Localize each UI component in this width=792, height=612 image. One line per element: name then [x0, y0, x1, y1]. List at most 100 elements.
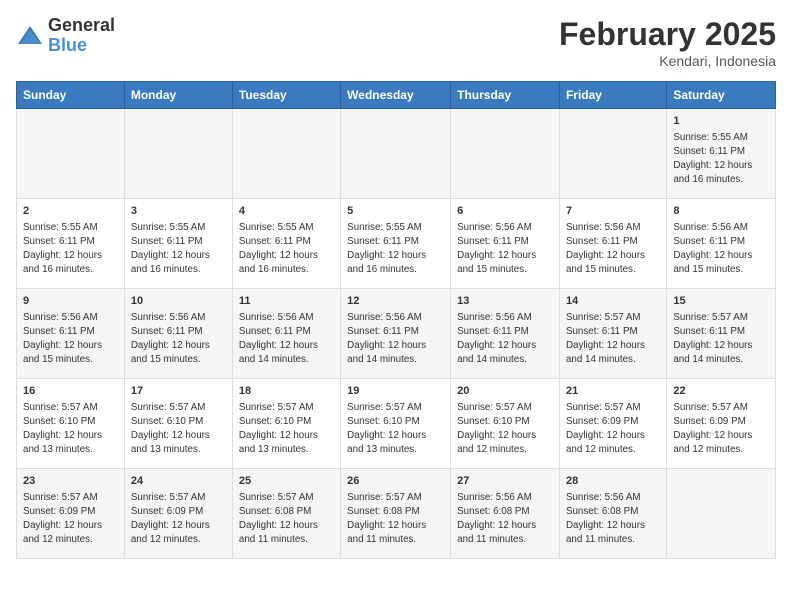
day-info: Sunrise: 5:56 AM Sunset: 6:11 PM Dayligh… — [131, 311, 226, 366]
day-number: 5 — [347, 204, 444, 219]
day-info: Sunrise: 5:57 AM Sunset: 6:10 PM Dayligh… — [23, 401, 118, 456]
day-number: 7 — [566, 204, 660, 219]
table-row: 16 Sunrise: 5:57 AM Sunset: 6:10 PM Dayli… — [17, 379, 125, 469]
day-info: Sunrise: 5:57 AM Sunset: 6:10 PM Dayligh… — [347, 401, 444, 456]
table-row: 21 Sunrise: 5:57 AM Sunset: 6:09 PM Dayli… — [559, 379, 666, 469]
day-number: 11 — [239, 294, 334, 309]
table-row: 26 Sunrise: 5:57 AM Sunset: 6:08 PM Dayli… — [341, 469, 451, 559]
day-info: Sunrise: 5:56 AM Sunset: 6:11 PM Dayligh… — [566, 221, 660, 276]
day-number: 3 — [131, 204, 226, 219]
day-info: Sunrise: 5:57 AM Sunset: 6:11 PM Dayligh… — [566, 311, 660, 366]
day-info: Sunrise: 5:57 AM Sunset: 6:10 PM Dayligh… — [457, 401, 553, 456]
calendar-week-row: 16 Sunrise: 5:57 AM Sunset: 6:10 PM Dayli… — [17, 379, 776, 469]
calendar-header-row: Sunday Monday Tuesday Wednesday Thursday… — [17, 82, 776, 109]
table-row — [451, 109, 560, 199]
table-row: 24 Sunrise: 5:57 AM Sunset: 6:09 PM Dayli… — [124, 469, 232, 559]
table-row: 14Sunrise: 5:57 AM Sunset: 6:11 PM Dayli… — [559, 289, 666, 379]
calendar-week-row: 9 Sunrise: 5:56 AM Sunset: 6:11 PM Daylig… — [17, 289, 776, 379]
day-number: 16 — [23, 384, 118, 399]
col-saturday: Saturday — [667, 82, 776, 109]
day-info: Sunrise: 5:56 AM Sunset: 6:11 PM Dayligh… — [239, 311, 334, 366]
calendar-week-row: 2 Sunrise: 5:55 AM Sunset: 6:11 PM Daylig… — [17, 199, 776, 289]
logo-blue-text: Blue — [48, 36, 115, 56]
location-subtitle: Kendari, Indonesia — [559, 53, 776, 69]
day-info: Sunrise: 5:56 AM Sunset: 6:11 PM Dayligh… — [347, 311, 444, 366]
day-number: 13 — [457, 294, 553, 309]
table-row: 8 Sunrise: 5:56 AM Sunset: 6:11 PM Daylig… — [667, 199, 776, 289]
table-row: 19 Sunrise: 5:57 AM Sunset: 6:10 PM Dayli… — [341, 379, 451, 469]
day-info: Sunrise: 5:57 AM Sunset: 6:09 PM Dayligh… — [673, 401, 769, 456]
day-number: 25 — [239, 474, 334, 489]
day-info: Sunrise: 5:55 AM Sunset: 6:11 PM Dayligh… — [673, 131, 769, 186]
table-row: 18 Sunrise: 5:57 AM Sunset: 6:10 PM Dayli… — [232, 379, 340, 469]
day-info: Sunrise: 5:56 AM Sunset: 6:08 PM Dayligh… — [457, 491, 553, 546]
table-row: 23 Sunrise: 5:57 AM Sunset: 6:09 PM Dayli… — [17, 469, 125, 559]
day-info: Sunrise: 5:56 AM Sunset: 6:11 PM Dayligh… — [457, 311, 553, 366]
table-row: 20 Sunrise: 5:57 AM Sunset: 6:10 PM Dayli… — [451, 379, 560, 469]
col-sunday: Sunday — [17, 82, 125, 109]
day-number: 2 — [23, 204, 118, 219]
day-number: 26 — [347, 474, 444, 489]
day-info: Sunrise: 5:57 AM Sunset: 6:10 PM Dayligh… — [239, 401, 334, 456]
day-number: 24 — [131, 474, 226, 489]
day-number: 21 — [566, 384, 660, 399]
table-row — [124, 109, 232, 199]
logo: General Blue — [16, 16, 115, 56]
table-row: 28 Sunrise: 5:56 AM Sunset: 6:08 PM Dayli… — [559, 469, 666, 559]
day-info: Sunrise: 5:56 AM Sunset: 6:11 PM Dayligh… — [457, 221, 553, 276]
day-number: 9 — [23, 294, 118, 309]
calendar-table: Sunday Monday Tuesday Wednesday Thursday… — [16, 81, 776, 559]
day-number: 1 — [673, 114, 769, 129]
day-info: Sunrise: 5:55 AM Sunset: 6:11 PM Dayligh… — [347, 221, 444, 276]
table-row: 11 Sunrise: 5:56 AM Sunset: 6:11 PM Dayli… — [232, 289, 340, 379]
day-info: Sunrise: 5:55 AM Sunset: 6:11 PM Dayligh… — [23, 221, 118, 276]
day-number: 19 — [347, 384, 444, 399]
day-info: Sunrise: 5:56 AM Sunset: 6:11 PM Dayligh… — [673, 221, 769, 276]
table-row: 2 Sunrise: 5:55 AM Sunset: 6:11 PM Daylig… — [17, 199, 125, 289]
day-info: Sunrise: 5:56 AM Sunset: 6:08 PM Dayligh… — [566, 491, 660, 546]
table-row: 15Sunrise: 5:57 AM Sunset: 6:11 PM Dayli… — [667, 289, 776, 379]
day-number: 20 — [457, 384, 553, 399]
page-header: General Blue February 2025 Kendari, Indo… — [16, 16, 776, 69]
day-info: Sunrise: 5:57 AM Sunset: 6:08 PM Dayligh… — [347, 491, 444, 546]
table-row: 9Sunrise: 5:56 AM Sunset: 6:11 PM Daylig… — [17, 289, 125, 379]
col-tuesday: Tuesday — [232, 82, 340, 109]
table-row — [559, 109, 666, 199]
table-row: 3 Sunrise: 5:55 AM Sunset: 6:11 PM Daylig… — [124, 199, 232, 289]
table-row — [667, 469, 776, 559]
logo-icon — [16, 22, 44, 50]
day-number: 17 — [131, 384, 226, 399]
day-info: Sunrise: 5:57 AM Sunset: 6:09 PM Dayligh… — [131, 491, 226, 546]
table-row: 5 Sunrise: 5:55 AM Sunset: 6:11 PM Daylig… — [341, 199, 451, 289]
day-number: 28 — [566, 474, 660, 489]
day-info: Sunrise: 5:57 AM Sunset: 6:08 PM Dayligh… — [239, 491, 334, 546]
table-row: 25 Sunrise: 5:57 AM Sunset: 6:08 PM Dayli… — [232, 469, 340, 559]
day-number: 8 — [673, 204, 769, 219]
calendar-week-row: 23 Sunrise: 5:57 AM Sunset: 6:09 PM Dayli… — [17, 469, 776, 559]
day-info: Sunrise: 5:57 AM Sunset: 6:09 PM Dayligh… — [566, 401, 660, 456]
day-number: 4 — [239, 204, 334, 219]
table-row: 17Sunrise: 5:57 AM Sunset: 6:10 PM Dayli… — [124, 379, 232, 469]
table-row: 12 Sunrise: 5:56 AM Sunset: 6:11 PM Dayli… — [341, 289, 451, 379]
calendar-week-row: 1 Sunrise: 5:55 AM Sunset: 6:11 PM Daylig… — [17, 109, 776, 199]
table-row — [341, 109, 451, 199]
col-friday: Friday — [559, 82, 666, 109]
day-number: 27 — [457, 474, 553, 489]
day-number: 18 — [239, 384, 334, 399]
table-row: 1 Sunrise: 5:55 AM Sunset: 6:11 PM Daylig… — [667, 109, 776, 199]
logo-general-text: General — [48, 16, 115, 36]
day-number: 23 — [23, 474, 118, 489]
table-row: 4Sunrise: 5:55 AM Sunset: 6:11 PM Daylig… — [232, 199, 340, 289]
day-number: 12 — [347, 294, 444, 309]
day-info: Sunrise: 5:55 AM Sunset: 6:11 PM Dayligh… — [131, 221, 226, 276]
col-thursday: Thursday — [451, 82, 560, 109]
table-row: 27 Sunrise: 5:56 AM Sunset: 6:08 PM Dayli… — [451, 469, 560, 559]
table-row — [232, 109, 340, 199]
day-number: 10 — [131, 294, 226, 309]
col-monday: Monday — [124, 82, 232, 109]
month-title: February 2025 — [559, 16, 776, 53]
title-block: February 2025 Kendari, Indonesia — [559, 16, 776, 69]
table-row: 10 Sunrise: 5:56 AM Sunset: 6:11 PM Dayli… — [124, 289, 232, 379]
day-info: Sunrise: 5:57 AM Sunset: 6:11 PM Dayligh… — [673, 311, 769, 366]
day-info: Sunrise: 5:57 AM Sunset: 6:09 PM Dayligh… — [23, 491, 118, 546]
